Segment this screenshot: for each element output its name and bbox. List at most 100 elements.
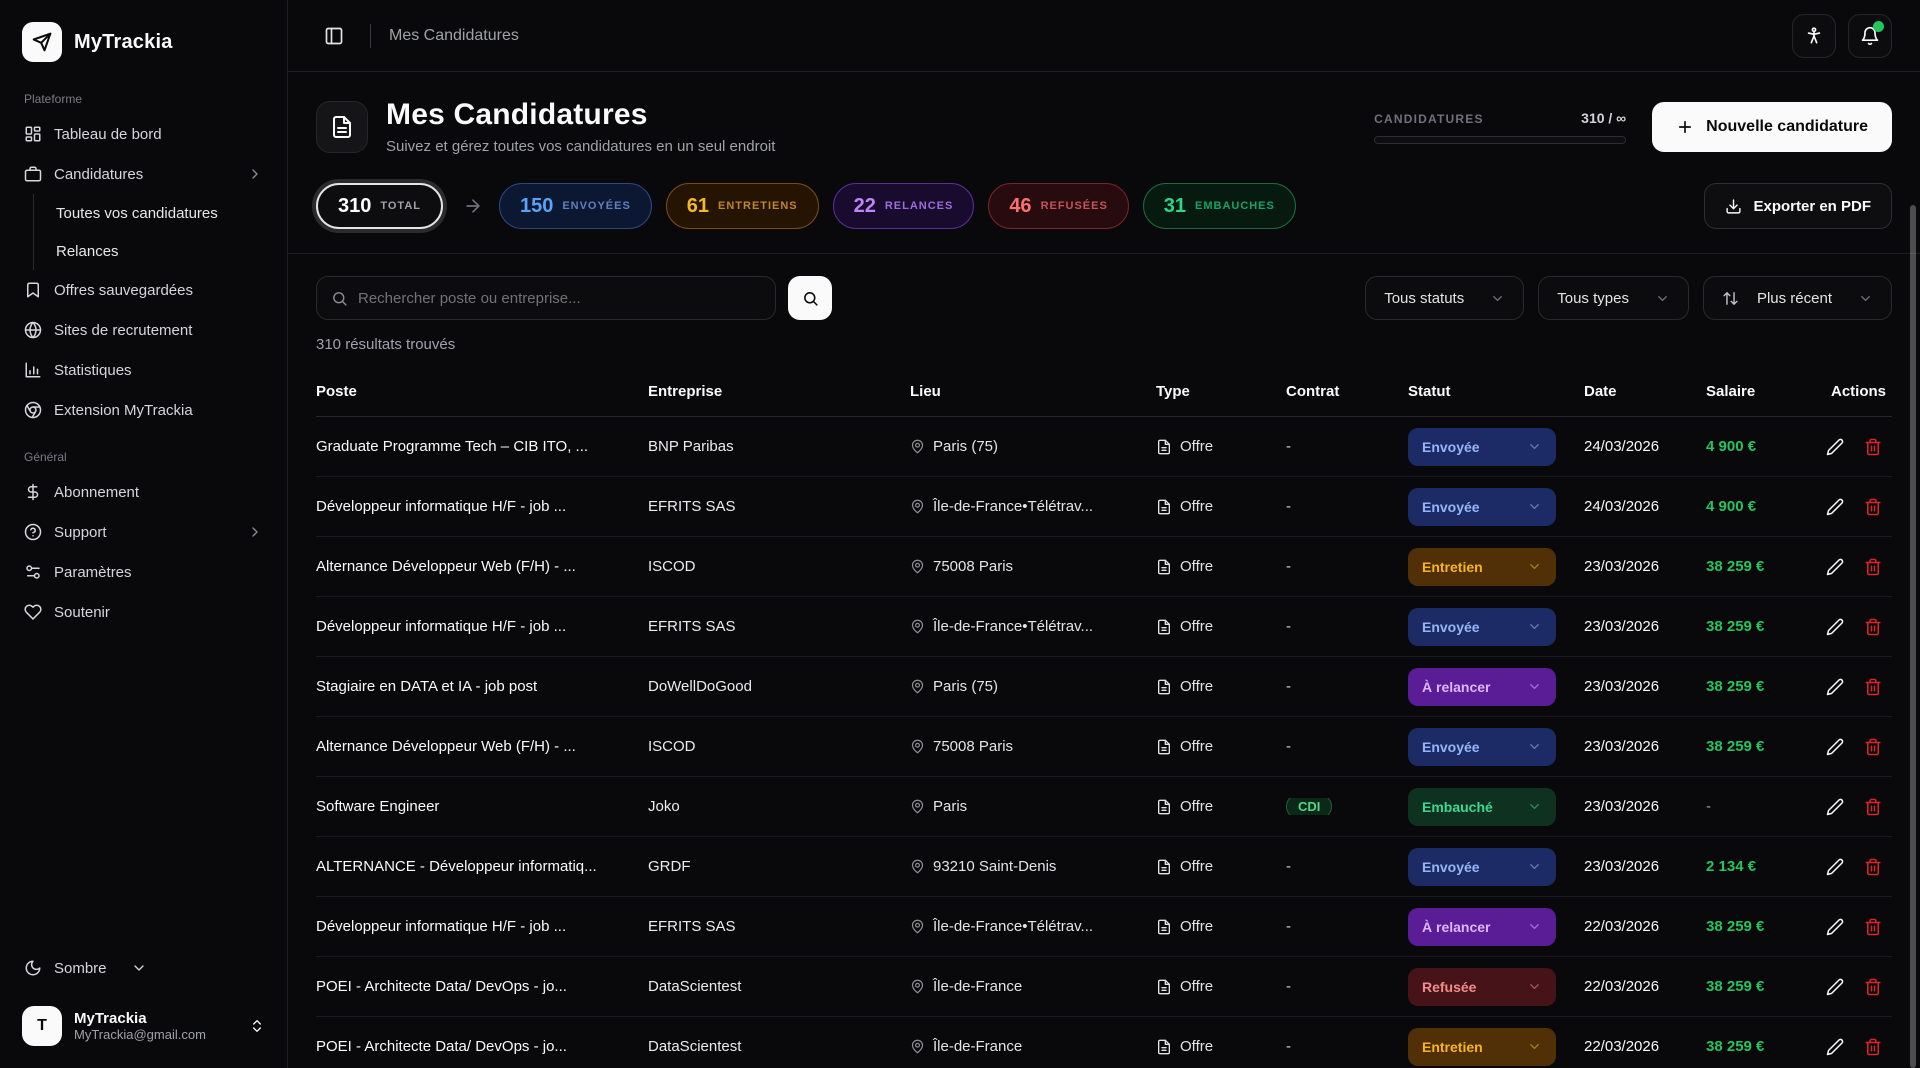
delete-button[interactable] — [1864, 498, 1882, 516]
map-pin-icon — [910, 1039, 925, 1054]
sidebar-item-abonnement[interactable]: Abonnement — [14, 472, 273, 512]
file-icon — [1156, 439, 1172, 455]
status-filter-dropdown[interactable]: Tous statuts — [1365, 276, 1524, 320]
sidebar-item-relances[interactable]: Relances — [38, 232, 273, 270]
trash-icon — [1864, 558, 1882, 576]
cell-contrat: - — [1286, 858, 1408, 875]
scrollbar-thumb[interactable] — [1910, 205, 1916, 1068]
sidebar-item-support[interactable]: Support — [14, 512, 273, 552]
download-icon — [1725, 198, 1742, 215]
table-row[interactable]: Alternance Développeur Web (F/H) - ... I… — [316, 537, 1892, 597]
theme-toggle[interactable]: Sombre — [14, 948, 273, 988]
type-filter-dropdown[interactable]: Tous types — [1538, 276, 1689, 320]
status-dropdown[interactable]: Envoyée — [1408, 428, 1556, 466]
delete-button[interactable] — [1864, 738, 1882, 756]
delete-button[interactable] — [1864, 798, 1882, 816]
stat-entretiens[interactable]: 61 ENTRETIENS — [666, 183, 819, 229]
map-pin-icon — [910, 799, 925, 814]
accessibility-button[interactable] — [1792, 14, 1836, 58]
status-dropdown[interactable]: Envoyée — [1408, 488, 1556, 526]
status-dropdown[interactable]: Refusée — [1408, 968, 1556, 1006]
sidebar-item-toutes-vos-candidatures[interactable]: Toutes vos candidatures — [38, 194, 273, 232]
cell-actions — [1824, 678, 1892, 696]
trash-icon — [1864, 858, 1882, 876]
table-row[interactable]: Graduate Programme Tech – CIB ITO, ... B… — [316, 417, 1892, 477]
sort-dropdown[interactable]: Plus récent — [1703, 276, 1892, 320]
edit-button[interactable] — [1826, 1038, 1844, 1056]
sidebar-item-soutenir[interactable]: Soutenir — [14, 592, 273, 632]
user-menu[interactable]: T MyTrackia MyTrackia@gmail.com — [14, 998, 273, 1054]
edit-button[interactable] — [1826, 558, 1844, 576]
stat-embauches[interactable]: 31 EMBAUCHES — [1143, 183, 1296, 229]
table-row[interactable]: Développeur informatique H/F - job ... E… — [316, 597, 1892, 657]
table-row[interactable]: POEI - Architecte Data/ DevOps - jo... D… — [316, 1017, 1892, 1068]
app-root: MyTrackia Plateforme Tableau de bord Can… — [0, 0, 1920, 1068]
new-candidature-button[interactable]: Nouvelle candidature — [1652, 102, 1892, 152]
table-row[interactable]: Développeur informatique H/F - job ... E… — [316, 897, 1892, 957]
stat-total[interactable]: 310 TOTAL — [316, 183, 443, 229]
status-dropdown[interactable]: Envoyée — [1408, 848, 1556, 886]
avatar: T — [22, 1006, 62, 1046]
table-row[interactable]: Software Engineer Joko Paris Offre CDI E… — [316, 777, 1892, 837]
delete-button[interactable] — [1864, 978, 1882, 996]
sidebar-item-parametres[interactable]: Paramètres — [14, 552, 273, 592]
edit-button[interactable] — [1826, 438, 1844, 456]
search-icon — [331, 290, 348, 307]
delete-button[interactable] — [1864, 678, 1882, 696]
status-dropdown[interactable]: Entretien — [1408, 1028, 1556, 1066]
table-row[interactable]: ALTERNANCE - Développeur informatiq... G… — [316, 837, 1892, 897]
sidebar-item-candidatures[interactable]: Candidatures — [14, 154, 273, 194]
status-dropdown[interactable]: À relancer — [1408, 668, 1556, 706]
file-icon — [1156, 859, 1172, 875]
stat-relances[interactable]: 22 RELANCES — [833, 183, 975, 229]
cell-actions — [1824, 438, 1892, 456]
status-dropdown[interactable]: Embauché — [1408, 788, 1556, 826]
logo[interactable]: MyTrackia — [14, 14, 273, 72]
search-submit-button[interactable] — [788, 276, 832, 320]
export-pdf-button[interactable]: Exporter en PDF — [1704, 183, 1892, 229]
edit-button[interactable] — [1826, 738, 1844, 756]
sidebar-item-extension[interactable]: Extension MyTrackia — [14, 390, 273, 430]
edit-button[interactable] — [1826, 858, 1844, 876]
pencil-icon — [1826, 498, 1844, 516]
stat-refusees[interactable]: 46 REFUSÉES — [988, 183, 1128, 229]
cell-actions — [1824, 558, 1892, 576]
table-row[interactable]: Stagiaire en DATA et IA - job post DoWel… — [316, 657, 1892, 717]
cell-poste: Alternance Développeur Web (F/H) - ... — [316, 738, 648, 755]
delete-button[interactable] — [1864, 438, 1882, 456]
sidebar-toggle-button[interactable] — [316, 18, 352, 54]
edit-button[interactable] — [1826, 978, 1844, 996]
edit-button[interactable] — [1826, 798, 1844, 816]
status-dropdown[interactable]: Envoyée — [1408, 728, 1556, 766]
cell-type: Offre — [1156, 738, 1286, 755]
stat-envoyees[interactable]: 150 ENVOYÉES — [499, 183, 652, 229]
status-dropdown[interactable]: À relancer — [1408, 908, 1556, 946]
edit-button[interactable] — [1826, 678, 1844, 696]
notifications-button[interactable] — [1848, 14, 1892, 58]
edit-button[interactable] — [1826, 918, 1844, 936]
sidebar-item-dashboard[interactable]: Tableau de bord — [14, 114, 273, 154]
delete-button[interactable] — [1864, 858, 1882, 876]
file-icon — [1156, 559, 1172, 575]
delete-button[interactable] — [1864, 558, 1882, 576]
edit-button[interactable] — [1826, 618, 1844, 636]
table-row[interactable]: POEI - Architecte Data/ DevOps - jo... D… — [316, 957, 1892, 1017]
chevron-down-icon — [1655, 291, 1670, 306]
edit-button[interactable] — [1826, 498, 1844, 516]
delete-button[interactable] — [1864, 618, 1882, 636]
chevron-down-icon — [1527, 439, 1542, 454]
table-row[interactable]: Développeur informatique H/F - job ... E… — [316, 477, 1892, 537]
sidebar-item-sites-de-recrutement[interactable]: Sites de recrutement — [14, 310, 273, 350]
search-input[interactable] — [358, 290, 761, 307]
status-dropdown[interactable]: Entretien — [1408, 548, 1556, 586]
status-dropdown[interactable]: Envoyée — [1408, 608, 1556, 646]
user-email: MyTrackia@gmail.com — [74, 1027, 237, 1042]
sidebar-item-offres-sauvegardees[interactable]: Offres sauvegardées — [14, 270, 273, 310]
help-circle-icon — [24, 523, 42, 541]
table-row[interactable]: Alternance Développeur Web (F/H) - ... I… — [316, 717, 1892, 777]
chevron-down-icon — [1527, 559, 1542, 574]
delete-button[interactable] — [1864, 918, 1882, 936]
sidebar-item-statistiques[interactable]: Statistiques — [14, 350, 273, 390]
cell-date: 22/03/2026 — [1584, 918, 1706, 935]
delete-button[interactable] — [1864, 1038, 1882, 1056]
